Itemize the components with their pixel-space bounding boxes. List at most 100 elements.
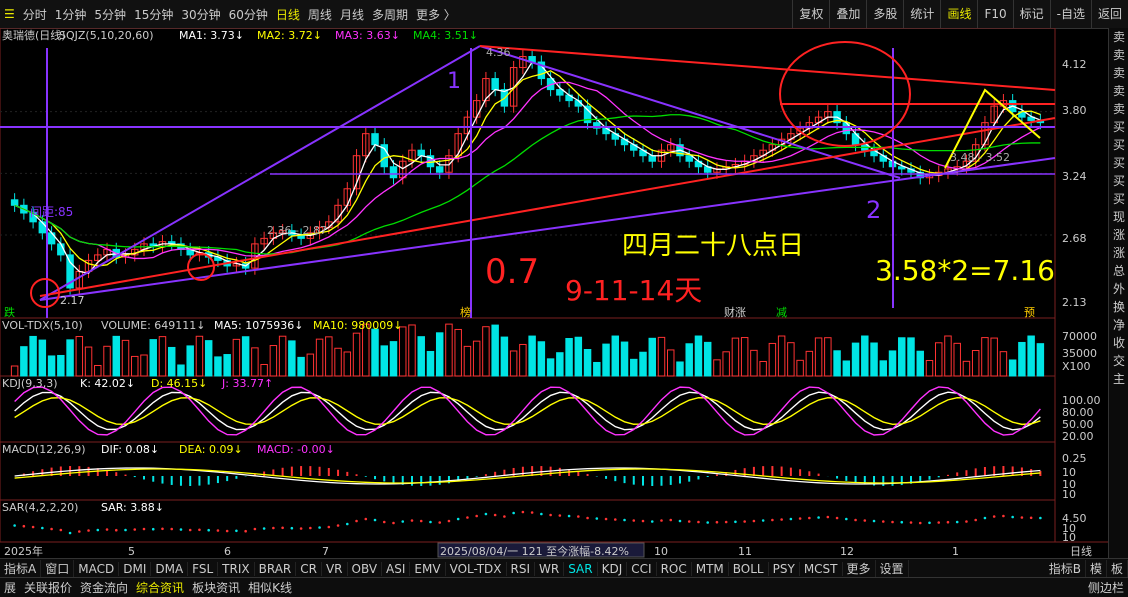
volume-bar [685, 343, 693, 377]
indicator-tab[interactable]: 窗口 [41, 560, 75, 577]
indicator-tab[interactable]: OBV [348, 561, 383, 576]
bottom-tab[interactable]: 资金流向 [76, 579, 132, 596]
indicator-tab[interactable]: 指标A [0, 560, 42, 577]
period-tab[interactable]: 分时 [19, 6, 51, 23]
toolbar-button[interactable]: 统计 [903, 0, 940, 28]
sar-dot [327, 525, 331, 529]
sidebar-label[interactable]: 涨 [1113, 226, 1125, 244]
sidebar-label[interactable]: 买 [1113, 154, 1125, 172]
sidebar-label[interactable]: 收 [1113, 334, 1125, 352]
sidebar-label[interactable]: 买 [1113, 136, 1125, 154]
price-high-label: 4.36 [486, 46, 511, 59]
sidebar-label[interactable]: 交 [1113, 352, 1125, 370]
indicator-tab[interactable]: DMI [119, 561, 152, 576]
sar-dot [309, 526, 312, 530]
macd-legend-item: DIF: 0.08↓ [101, 443, 159, 456]
indicator-tab[interactable]: RSI [507, 561, 536, 576]
sidebar-label[interactable]: 涨 [1113, 244, 1125, 262]
indicator-tab[interactable]: MACD [74, 561, 120, 576]
sidebar-label[interactable]: 买 [1113, 118, 1125, 136]
volume-bar [740, 337, 749, 377]
indicator-tab[interactable]: TRIX [218, 561, 255, 576]
bottom-tab[interactable]: 综合资讯 [132, 579, 188, 596]
bottom-tab[interactable]: 展 [0, 579, 20, 596]
sar-dot [660, 519, 663, 522]
indicator-tab[interactable]: CR [296, 561, 322, 576]
indicator-right-tab[interactable]: 指标B [1045, 560, 1086, 577]
sidebar-label[interactable]: 换 [1113, 298, 1125, 316]
sidebar-label[interactable]: 买 [1113, 172, 1125, 190]
toolbar-button[interactable]: 多股 [866, 0, 903, 28]
sidebar-label[interactable]: 卖 [1113, 100, 1125, 118]
volume-bar [639, 351, 647, 377]
indicator-tab[interactable]: MCST [800, 561, 843, 576]
sidebar-label[interactable]: 主 [1113, 370, 1125, 388]
volume-bar [380, 345, 388, 377]
indicator-tab[interactable]: ROC [657, 561, 692, 576]
indicator-right-tab[interactable]: 模 [1086, 560, 1107, 577]
volume-bar [565, 338, 573, 377]
period-tab[interactable]: 月线 [336, 6, 368, 23]
sar-dot [179, 528, 183, 531]
volume-bar [334, 347, 342, 377]
indicator-tab[interactable]: CCI [627, 561, 657, 576]
top-toolbar: ☰ 分时 1分钟 5分钟 15分钟 30分钟 60分钟 日线 周线 月线 多周期 更多 〉 复权 叠加… [0, 0, 1128, 29]
sidebar-label[interactable]: 卖 [1113, 28, 1125, 46]
toolbar-button[interactable]: F10 [977, 0, 1012, 28]
indicator-tab[interactable]: ASI [382, 561, 411, 576]
indicator-tab[interactable]: SAR [564, 561, 598, 576]
toolbar-button[interactable]: 复权 [792, 0, 829, 28]
indicator-tab[interactable]: BOLL [729, 561, 769, 576]
sar-dot [604, 517, 608, 521]
sidebar-label[interactable]: 总 [1113, 262, 1125, 280]
indicator-tab[interactable]: KDJ [598, 561, 628, 576]
indicator-tab[interactable]: VR [322, 561, 348, 576]
indicator-tab[interactable]: VOL-TDX [446, 561, 507, 576]
sar-dot [336, 524, 340, 527]
period-tab[interactable]: 多周期 [368, 6, 412, 23]
period-tab[interactable]: 60分钟 [225, 6, 272, 23]
volume-bar [463, 345, 472, 377]
period-tab[interactable]: 日线 [272, 6, 304, 23]
indicator-right-tab[interactable]: 板 [1107, 560, 1128, 577]
sidebar-label[interactable]: 外 [1113, 280, 1125, 298]
bottom-tab[interactable]: 相似K线 [244, 579, 296, 596]
tag-caizhang: 财涨 [724, 305, 746, 319]
indicator-tab[interactable]: PSY [769, 561, 800, 576]
indicator-tab[interactable]: FSL [188, 561, 219, 576]
sidebar-label[interactable]: 卖 [1113, 82, 1125, 100]
main-legend-item: SQJZ(5,10,20,60) [59, 29, 153, 42]
indicator-tab[interactable]: BRAR [255, 561, 297, 576]
sar-dot [752, 519, 756, 523]
sidebar-toggle-button[interactable]: 侧边栏 [1084, 579, 1128, 596]
indicator-tab[interactable]: EMV [410, 561, 446, 576]
sidebar-label[interactable]: 现 [1113, 208, 1125, 226]
period-tab[interactable]: 周线 [304, 6, 336, 23]
indicator-tab[interactable]: DMA [151, 561, 189, 576]
toolbar-button[interactable]: 标记 [1012, 0, 1050, 28]
period-tab[interactable]: 15分钟 [130, 6, 177, 23]
indicator-tab[interactable]: WR [535, 561, 565, 576]
period-tab[interactable]: 1分钟 [51, 6, 91, 23]
sidebar-label[interactable]: 卖 [1113, 46, 1125, 64]
indicator-tab[interactable]: 更多 [843, 560, 876, 577]
period-tab[interactable]: 更多 〉 [412, 6, 460, 23]
bottom-tab[interactable]: 关联报价 [20, 579, 76, 596]
sidebar-label[interactable]: 买 [1113, 190, 1125, 208]
period-tab[interactable]: 5分钟 [90, 6, 130, 23]
toolbar-button[interactable]: 画线 [940, 0, 977, 28]
period-tab[interactable]: 30分钟 [177, 6, 224, 23]
indicator-tab[interactable]: MTM [692, 561, 729, 576]
sar-dot [78, 530, 81, 533]
bottom-tab[interactable]: 板块资讯 [188, 579, 244, 596]
sidebar-label[interactable]: 净 [1113, 316, 1125, 334]
toolbar-button[interactable]: -自选 [1049, 0, 1091, 28]
toolbar-button[interactable]: 返回 [1090, 0, 1128, 28]
menu-icon[interactable]: ☰ [0, 7, 19, 21]
toolbar-button[interactable]: 叠加 [829, 0, 866, 28]
candle-body [648, 155, 656, 162]
sar-dot [355, 519, 358, 523]
sidebar-label[interactable]: 卖 [1113, 64, 1125, 82]
sar-dot [198, 528, 201, 532]
indicator-tab[interactable]: 设置 [876, 560, 909, 577]
